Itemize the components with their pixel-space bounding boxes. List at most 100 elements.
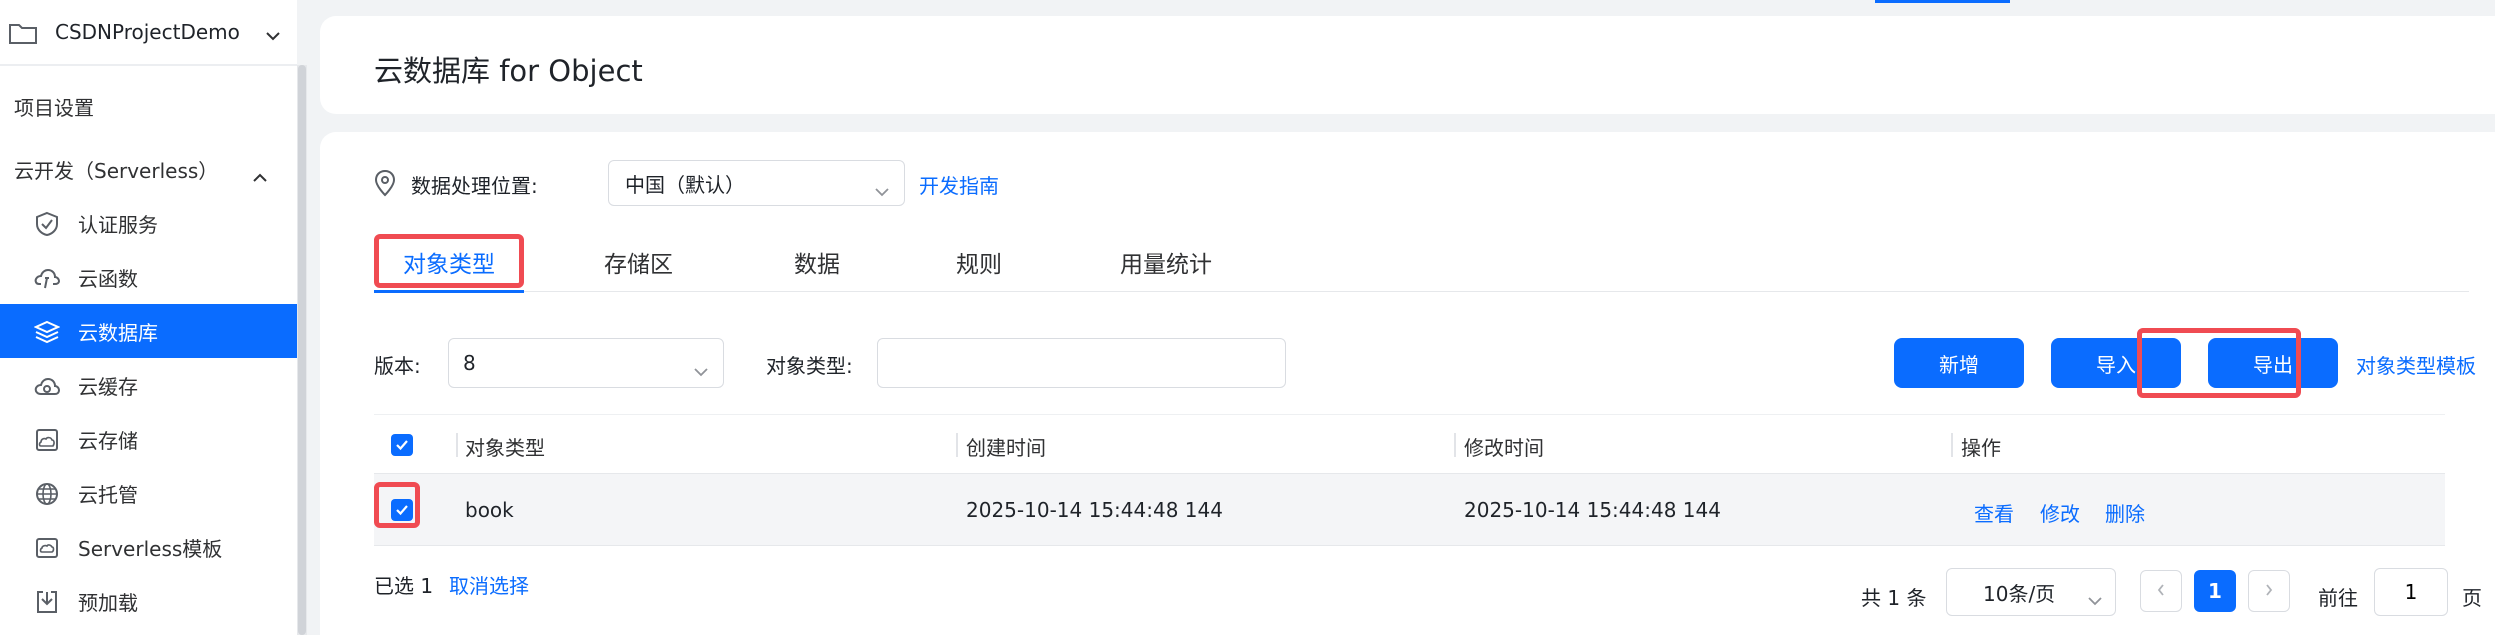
version-value: 8: [463, 351, 476, 375]
page-title: 云数据库 for Object: [374, 54, 643, 88]
sidebar-item-serverless-template[interactable]: Serverless模板: [0, 520, 297, 574]
column-divider: [456, 433, 458, 457]
tab-label: 规则: [956, 252, 1002, 278]
globe-icon: [34, 481, 60, 507]
location-select[interactable]: 中国（默认）: [608, 160, 905, 206]
delete-link[interactable]: 删除: [2105, 498, 2145, 527]
object-type-template-link[interactable]: 对象类型模板: [2356, 350, 2476, 379]
sidebar: CSDNProjectDemo 项目设置 云开发（Serverless） 认证服…: [0, 0, 297, 635]
cloud-cache-icon: [34, 373, 61, 399]
sidebar-item-cloud-storage[interactable]: 云存储: [0, 412, 297, 466]
column-header-actions: 操作: [1961, 436, 2001, 460]
prev-page-button[interactable]: [2140, 570, 2182, 612]
version-label: 版本:: [374, 354, 421, 378]
sidebar-item-label: 云函数: [78, 266, 138, 291]
template-icon: [34, 535, 60, 561]
sidebar-scrollbar[interactable]: [297, 65, 307, 635]
column-divider: [1454, 433, 1456, 457]
tab-object-type[interactable]: 对象类型: [374, 232, 524, 293]
shield-check-icon: [34, 211, 60, 237]
row-checkbox[interactable]: [391, 499, 413, 521]
sidebar-item-label: 云存储: [78, 428, 138, 453]
sidebar-group-label: 云开发（Serverless）: [14, 158, 219, 183]
object-type-label: 对象类型:: [766, 354, 853, 378]
cell-object-type: book: [465, 498, 514, 522]
filter-row: 版本: 8 对象类型: 新增 导入 导出 对象类型模板: [374, 338, 2476, 388]
chevron-down-icon: [874, 178, 890, 202]
cloud-function-icon: [34, 265, 61, 291]
column-divider: [1951, 433, 1953, 457]
page-size-select[interactable]: 10条/页: [1946, 568, 2116, 616]
chevron-down-icon: [693, 358, 709, 382]
import-button[interactable]: 导入: [2051, 338, 2181, 388]
column-header-modified: 修改时间: [1464, 436, 1544, 460]
sidebar-item-label: 项目设置: [14, 95, 94, 120]
total-count: 共 1 条: [1861, 586, 1927, 610]
sidebar-group-serverless[interactable]: 云开发（Serverless）: [0, 142, 297, 196]
tab-active-underline: [374, 290, 524, 293]
page-number-current[interactable]: 1: [2194, 570, 2236, 612]
sidebar-item-label: 认证服务: [78, 212, 158, 237]
tab-data[interactable]: 数据: [794, 232, 840, 292]
goto-label: 前往: [2318, 586, 2358, 610]
tab-bar: 对象类型 存储区 数据 规则 用量统计: [374, 232, 2469, 293]
sidebar-item-label: 云数据库: [78, 320, 158, 345]
chevron-down-icon[interactable]: [265, 26, 281, 45]
tab-label: 数据: [794, 252, 840, 278]
sidebar-item-cloud-hosting[interactable]: 云托管: [0, 466, 297, 520]
cancel-selection-link[interactable]: 取消选择: [449, 570, 529, 599]
select-all-checkbox[interactable]: [391, 434, 413, 456]
edit-link[interactable]: 修改: [2040, 498, 2080, 527]
tab-label: 对象类型: [403, 252, 495, 278]
version-select[interactable]: 8: [448, 338, 724, 388]
sidebar-item-label: Serverless模板: [78, 536, 223, 561]
column-divider: [956, 433, 958, 457]
scrollbar-thumb[interactable]: [298, 65, 306, 635]
database-stack-icon: [33, 319, 61, 345]
add-button[interactable]: 新增: [1894, 338, 2024, 388]
chevron-up-icon[interactable]: [252, 164, 268, 188]
selected-count: 已选 1: [374, 574, 434, 598]
sidebar-item-auth[interactable]: 认证服务: [0, 196, 297, 250]
cell-created-time: 2025-10-14 15:44:48 144: [966, 498, 1223, 522]
project-selector[interactable]: CSDNProjectDemo: [0, 0, 297, 66]
sidebar-item-cloud-database[interactable]: 云数据库: [0, 304, 297, 358]
export-button[interactable]: 导出: [2208, 338, 2338, 388]
location-value: 中国（默认）: [625, 172, 745, 197]
cell-modified-time: 2025-10-14 15:44:48 144: [1464, 498, 1721, 522]
location-label: 数据处理位置:: [411, 174, 538, 198]
chevron-right-icon: [2264, 582, 2274, 601]
chevron-left-icon: [2156, 582, 2166, 601]
sidebar-item-cloud-cache[interactable]: 云缓存: [0, 358, 297, 412]
sidebar-item-cloud-function[interactable]: 云函数: [0, 250, 297, 304]
location-pin-icon: [374, 169, 396, 201]
tab-storage-zone[interactable]: 存储区: [604, 232, 673, 292]
goto-page-input[interactable]: [2374, 568, 2448, 616]
object-type-input[interactable]: [877, 338, 1286, 388]
folder-icon: [8, 21, 38, 49]
column-header-created: 创建时间: [966, 436, 1046, 460]
cloud-storage-icon: [34, 427, 60, 453]
top-strip: [320, 0, 2495, 16]
tab-label: 存储区: [604, 252, 673, 278]
page-unit-label: 页: [2462, 586, 2482, 610]
project-name: CSDNProjectDemo: [55, 20, 240, 44]
sidebar-item-label: 云托管: [78, 482, 138, 507]
main-panel: 数据处理位置: 中国（默认） 开发指南 对象类型 存储区 数据 规则 用量统计 …: [320, 132, 2495, 635]
dev-guide-link[interactable]: 开发指南: [919, 170, 999, 199]
page-header: 云数据库 for Object: [320, 16, 2495, 114]
sidebar-item-label: 预加载: [78, 590, 138, 615]
tab-label: 用量统计: [1120, 252, 1212, 278]
table-footer: 已选 1 取消选择 共 1 条 10条/页 1 前往 页: [374, 560, 2482, 616]
preload-icon: [34, 589, 60, 615]
view-link[interactable]: 查看: [1974, 498, 2014, 527]
sidebar-item-project-settings[interactable]: 项目设置: [0, 79, 297, 133]
next-page-button[interactable]: [2248, 570, 2290, 612]
tab-rules[interactable]: 规则: [956, 232, 1002, 292]
table-row: book 2025-10-14 15:44:48 144 2025-10-14 …: [374, 474, 2445, 546]
tab-usage-stats[interactable]: 用量统计: [1120, 232, 1212, 292]
sidebar-item-preload[interactable]: 预加载: [0, 574, 297, 628]
table-header: 对象类型 创建时间 修改时间 操作: [374, 414, 2445, 474]
column-header-object-type: 对象类型: [465, 436, 545, 460]
sidebar-item-label: 云缓存: [78, 374, 138, 399]
